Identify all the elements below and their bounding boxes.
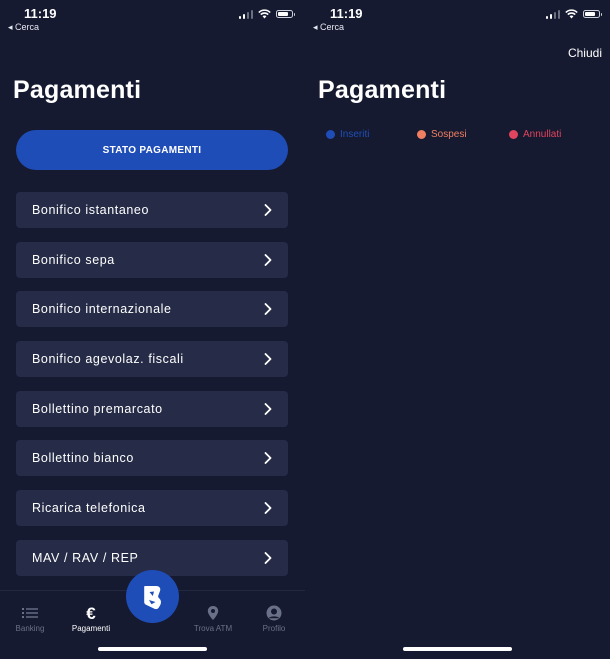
menu-item-bollettino-premarcato[interactable]: Bollettino premarcato	[16, 390, 288, 427]
menu-item-ricarica-telefonica[interactable]: Ricarica telefonica	[16, 490, 288, 527]
chevron-right-icon	[264, 353, 272, 365]
annullati-dot-icon	[509, 130, 518, 139]
chevron-right-icon	[264, 303, 272, 316]
menu-item-bonifico-sepa[interactable]: Bonifico sepa	[16, 241, 288, 278]
legend-label: Annullati	[523, 129, 562, 140]
status-icons	[238, 9, 295, 19]
menu-item-label: Bonifico agevolaz. fiscali	[32, 352, 184, 367]
signal-icon	[545, 9, 560, 19]
tab-pagamenti[interactable]: € Pagamenti	[61, 605, 121, 633]
user-icon	[266, 605, 282, 621]
menu-item-bonifico-agevolaz-fiscali[interactable]: Bonifico agevolaz. fiscali	[16, 341, 288, 378]
home-indicator	[403, 647, 512, 651]
chevron-right-icon	[264, 502, 272, 515]
bank-logo-icon	[143, 585, 161, 609]
legend-item-inseriti[interactable]: Inseriti	[326, 129, 369, 140]
battery-icon	[583, 10, 602, 18]
wifi-icon	[565, 9, 578, 19]
chevron-right-icon	[264, 253, 272, 266]
menu-item-label: Bonifico sepa	[32, 252, 115, 267]
tab-label: Pagamenti	[71, 624, 111, 633]
status-time: 11:19	[330, 6, 363, 21]
legend-label: Sospesi	[431, 129, 467, 140]
close-button[interactable]: Chiudi	[568, 46, 602, 60]
tab-label: Banking	[15, 624, 45, 633]
battery-icon	[276, 10, 295, 18]
chevron-right-icon	[264, 452, 272, 465]
euro-icon: €	[86, 605, 96, 621]
legend-item-annullati[interactable]: Annullati	[509, 129, 561, 140]
map-pin-icon	[207, 606, 219, 620]
home-indicator	[98, 647, 207, 651]
back-link[interactable]: ◂ Cerca	[313, 22, 344, 33]
left-screen: 11:19 ◂ Cerca Pagamenti STATO PAGAMENTI …	[0, 0, 305, 659]
menu-item-label: Bollettino premarcato	[32, 401, 163, 416]
chevron-right-icon	[264, 551, 272, 564]
tab-banking[interactable]: Banking	[0, 605, 60, 633]
menu-item-bollettino-bianco[interactable]: Bollettino bianco	[16, 440, 288, 477]
chevron-right-icon	[264, 204, 272, 216]
menu-item-label: MAV / RAV / REP	[32, 550, 139, 565]
tab-label: Trova ATM	[193, 624, 233, 633]
menu-item-bonifico-istantaneo[interactable]: Bonifico istantaneo	[16, 192, 288, 228]
payments-menu: Bonifico istantaneo Bonifico sepa Bonifi…	[16, 192, 288, 590]
inseriti-dot-icon	[326, 130, 335, 139]
tab-trova-atm[interactable]: Trova ATM	[183, 605, 243, 633]
page-title: Pagamenti	[318, 76, 447, 104]
page-title: Pagamenti	[13, 76, 142, 104]
legend-label: Inseriti	[340, 129, 370, 140]
svg-text:€: €	[86, 605, 96, 621]
list-icon	[22, 608, 38, 618]
status-time: 11:19	[24, 6, 57, 21]
bank-home-button[interactable]	[126, 570, 179, 623]
back-link[interactable]: ◂ Cerca	[8, 22, 39, 33]
signal-icon	[238, 9, 253, 19]
stato-pagamenti-button[interactable]: STATO PAGAMENTI	[16, 130, 288, 170]
menu-item-label: Bollettino bianco	[32, 451, 134, 466]
legend-item-sospesi[interactable]: Sospesi	[417, 129, 467, 140]
right-screen: 11:19 ◂ Cerca Chiudi Pagamenti Inseriti …	[305, 0, 610, 659]
wifi-icon	[258, 9, 271, 19]
chevron-right-icon	[264, 402, 272, 415]
menu-item-bonifico-internazionale[interactable]: Bonifico internazionale	[16, 291, 288, 328]
sospesi-dot-icon	[417, 130, 426, 139]
tab-profilo[interactable]: Profilo	[244, 605, 304, 633]
menu-item-label: Bonifico internazionale	[32, 302, 172, 317]
menu-item-label: Ricarica telefonica	[32, 501, 146, 516]
status-icons	[545, 9, 602, 19]
tab-label: Profilo	[262, 624, 286, 633]
menu-item-label: Bonifico istantaneo	[32, 203, 150, 217]
